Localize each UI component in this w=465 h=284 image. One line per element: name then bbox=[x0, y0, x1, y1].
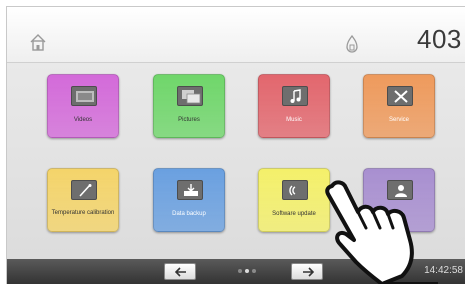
furnace-temperature-icon bbox=[345, 34, 359, 54]
tile-data-backup[interactable]: Data backup bbox=[153, 168, 225, 232]
music-icon bbox=[282, 86, 308, 106]
page-dot-active bbox=[245, 269, 249, 273]
tile-temperature-calibration[interactable]: Temperature calibration bbox=[47, 168, 119, 232]
pointing-hand-icon bbox=[325, 180, 438, 284]
tile-label: Service bbox=[388, 117, 409, 123]
tile-label: Videos bbox=[73, 117, 93, 123]
home-icon[interactable] bbox=[29, 33, 47, 51]
tile-label: Temperature calibration bbox=[51, 210, 115, 216]
temperature-readout: 403 bbox=[417, 24, 462, 54]
arrow-left-icon bbox=[175, 267, 186, 277]
top-bar: 403 bbox=[7, 7, 465, 63]
tile-pictures[interactable]: Pictures bbox=[153, 74, 225, 138]
temperature-calibration-icon bbox=[71, 180, 97, 200]
page-dot bbox=[238, 269, 242, 273]
pictures-icon bbox=[177, 86, 203, 106]
previous-page-button[interactable] bbox=[164, 263, 196, 280]
tile-videos[interactable]: Videos bbox=[47, 74, 119, 138]
software-update-icon bbox=[282, 180, 308, 200]
tile-label: Music bbox=[286, 117, 302, 123]
service-tools-icon bbox=[387, 86, 413, 106]
tile-label: Pictures bbox=[178, 117, 200, 123]
tile-label: Data backup bbox=[172, 211, 206, 217]
touch-screen: 403 Videos Pictures Music Service Temper… bbox=[0, 0, 465, 284]
data-backup-icon bbox=[177, 180, 203, 200]
page-dots bbox=[238, 269, 258, 275]
video-icon bbox=[71, 86, 97, 106]
tile-music[interactable]: Music bbox=[258, 74, 330, 138]
tile-service[interactable]: Service bbox=[363, 74, 435, 138]
arrow-right-icon bbox=[303, 267, 314, 277]
page-dot bbox=[252, 269, 256, 273]
